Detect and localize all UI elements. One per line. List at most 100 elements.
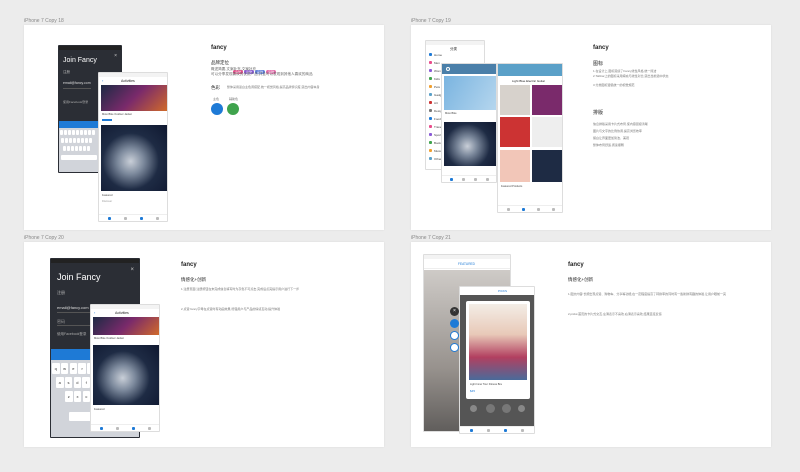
close-icon[interactable]: × xyxy=(130,267,134,273)
login-title: Join Fancy xyxy=(63,57,97,64)
close-button[interactable]: × xyxy=(450,307,459,316)
feed-image[interactable] xyxy=(444,76,496,110)
icons-text-3: 3.分类图标遵循统一的视觉规范 xyxy=(593,83,635,87)
product-tile[interactable] xyxy=(500,85,530,115)
icons-text-2: 2.Tabbar上的图标采用填充与线性对比,突出当前选中状态 xyxy=(593,74,669,78)
key-e[interactable]: e xyxy=(69,363,78,374)
like-button[interactable] xyxy=(502,404,511,413)
secondary-color-swatch xyxy=(227,103,239,115)
product-image[interactable] xyxy=(93,317,159,335)
product-tile[interactable] xyxy=(532,85,562,115)
key-s[interactable]: s xyxy=(64,377,73,388)
point-2: 2.picks:首页的卡片式交互,左滑表示不喜欢,右滑表示喜欢,结果直接反馈 xyxy=(568,312,662,316)
brand-heading: 品牌定位 xyxy=(211,60,229,65)
key-d[interactable]: d xyxy=(73,377,82,388)
jacket-image[interactable] xyxy=(93,345,159,405)
product-tile[interactable] xyxy=(532,117,562,147)
home-tab-icon[interactable] xyxy=(450,178,453,181)
search-tab-icon[interactable] xyxy=(124,217,127,220)
profile-tab-icon[interactable] xyxy=(486,178,489,181)
search-tab-icon[interactable] xyxy=(462,178,465,181)
email-field[interactable]: email@fancy.com xyxy=(63,81,91,85)
email-field[interactable]: email@fancy.com xyxy=(57,305,89,310)
search-icon[interactable] xyxy=(446,67,450,71)
menu-item-icon xyxy=(429,101,432,104)
section-heading: 情感化+创新 xyxy=(181,277,207,282)
cart-button[interactable] xyxy=(450,331,459,340)
activity-tab-icon[interactable] xyxy=(474,178,477,181)
blue-action[interactable] xyxy=(102,119,112,121)
more-button[interactable] xyxy=(518,405,525,412)
activity-tab-icon[interactable] xyxy=(504,429,507,432)
menu-item-icon xyxy=(429,69,432,72)
profile-tab-icon[interactable] xyxy=(521,429,524,432)
key-q[interactable]: q xyxy=(52,363,60,374)
menu-item[interactable]: Pets xyxy=(434,85,440,89)
caption-2: Featured xyxy=(94,408,105,411)
dislike-button[interactable] xyxy=(486,404,495,413)
brand-text-2: 可以分享发现喜欢的优质产品,并且可以发现到其他人喜欢的商品 xyxy=(211,72,313,76)
key-c[interactable]: c xyxy=(82,391,91,402)
menu-item-icon xyxy=(429,141,432,144)
grid-title: Light Blue Electric Guitar xyxy=(512,79,546,83)
menu-item[interactable]: Men xyxy=(434,61,440,65)
key-r[interactable]: r xyxy=(78,363,86,374)
menu-item[interactable]: Kids xyxy=(434,77,440,81)
picks-tab[interactable]: PICKS xyxy=(498,289,507,293)
home-tab-icon[interactable] xyxy=(470,429,473,432)
share-button[interactable] xyxy=(450,343,459,352)
activity-tab-icon[interactable] xyxy=(140,217,143,220)
header-bar xyxy=(460,287,534,295)
home-tab-icon[interactable] xyxy=(507,208,510,211)
profile-tab-icon[interactable] xyxy=(148,427,151,430)
refresh-button[interactable] xyxy=(470,405,477,412)
status-bar xyxy=(99,73,167,77)
search-tab-icon[interactable] xyxy=(116,427,119,430)
facebook-login-link[interactable]: 使用Facebook登录 xyxy=(63,100,88,104)
menu-item[interactable]: Food xyxy=(434,117,441,121)
artboard-1: × Join Fancy 注册 email@fancy.com 使用Facebo… xyxy=(24,25,384,230)
keyboard[interactable] xyxy=(59,128,99,172)
close-icon[interactable]: × xyxy=(114,53,117,59)
menu-item[interactable]: Home xyxy=(434,53,442,57)
featured-tab[interactable]: FEATURED xyxy=(458,262,475,266)
key-a[interactable]: a xyxy=(56,377,64,388)
search-tab-icon[interactable] xyxy=(522,208,525,211)
login-subtitle: 注册 xyxy=(57,290,65,295)
login-button[interactable] xyxy=(59,121,99,128)
key-z[interactable]: z xyxy=(65,391,73,402)
brand-name: fancy xyxy=(593,45,609,51)
menu-item-icon xyxy=(429,77,432,80)
product-image[interactable] xyxy=(101,85,167,111)
card[interactable]: Light Inner Tour Fitness Bra $45 xyxy=(466,301,530,399)
activity-tab-icon[interactable] xyxy=(132,427,135,430)
product-tile[interactable] xyxy=(500,150,530,182)
like-button[interactable] xyxy=(450,319,459,328)
activity-tab-icon[interactable] xyxy=(537,208,540,211)
key-w[interactable]: w xyxy=(60,363,69,374)
screen-title: Activities xyxy=(115,311,129,315)
caption: Moto Bike Outdoor Jacket xyxy=(94,337,124,340)
profile-tab-icon[interactable] xyxy=(552,208,555,211)
artboard-3: × Join Fancy 注册 email@fancy.com 密码 使用Fac… xyxy=(24,242,384,447)
key-x[interactable]: x xyxy=(73,391,82,402)
color-label-secondary: 辅助色 xyxy=(229,97,239,101)
facebook-login-link[interactable]: 使用Facebook登录 xyxy=(57,332,86,337)
key-f[interactable]: f xyxy=(82,377,90,388)
product-tile[interactable] xyxy=(532,150,562,182)
home-tab-icon[interactable] xyxy=(108,217,111,220)
back-arrow-icon[interactable]: ‹ xyxy=(102,78,103,83)
menu-title: 分类 xyxy=(450,47,457,51)
product-tile[interactable] xyxy=(500,117,530,147)
feed-image-2[interactable] xyxy=(444,122,496,166)
back-arrow-icon[interactable]: ‹ xyxy=(94,310,95,315)
jacket-image[interactable] xyxy=(101,125,167,191)
menu-item-icon xyxy=(429,85,432,88)
profile-tab-icon[interactable] xyxy=(156,217,159,220)
search-tab-icon[interactable] xyxy=(487,429,490,432)
menu-item[interactable]: Art xyxy=(434,101,438,105)
login-subtitle: 注册 xyxy=(63,70,70,74)
product-grid-screen: Light Blue Electric Guitar Featured Prod… xyxy=(497,63,563,213)
tab-bar xyxy=(498,205,562,212)
home-tab-icon[interactable] xyxy=(100,427,103,430)
